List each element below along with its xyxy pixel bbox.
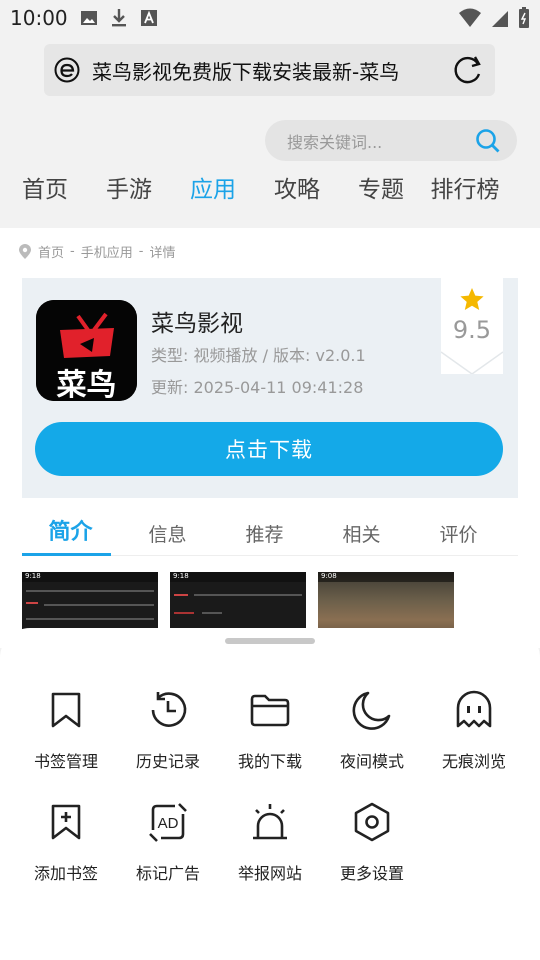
folder-icon — [250, 694, 290, 727]
breadcrumb-home[interactable]: 首页 — [38, 242, 64, 261]
address-bar[interactable]: 菜鸟影视免费版下载安装最新-菜鸟 — [44, 44, 495, 96]
battery-icon — [519, 7, 529, 28]
download-status-icon — [111, 9, 126, 27]
ad-mark-icon: AD — [149, 803, 187, 842]
menu-label: 书签管理 — [33, 752, 98, 771]
main-nav: 首页 手游 应用 攻略 专题 排行榜 — [0, 170, 540, 204]
search-input[interactable]: 搜索关键词... — [265, 120, 517, 161]
menu-label: 标记广告 — [135, 864, 200, 883]
menu-incognito[interactable]: 无痕浏览 — [423, 688, 525, 772]
drag-handle[interactable] — [225, 638, 315, 644]
app-name: 菜鸟影视 — [151, 311, 243, 337]
history-icon — [151, 692, 187, 727]
menu-label: 举报网站 — [237, 864, 302, 883]
menu-label: 更多设置 — [339, 864, 404, 883]
menu-label: 我的下载 — [237, 752, 302, 771]
app-info-card: 菜鸟 菜鸟影视 类型: 视频播放 / 版本: v2.0.1 更新: 2025-0… — [22, 278, 518, 498]
app-update-time: 更新: 2025-04-11 09:41:28 — [151, 378, 364, 397]
status-time: 10:00 — [10, 6, 68, 30]
ghost-icon — [456, 690, 492, 728]
app-icon-text: 菜鸟 — [56, 368, 117, 401]
breadcrumb: 首页 - 手机应用 - 详情 — [18, 242, 175, 261]
nav-home[interactable]: 首页 — [0, 170, 84, 204]
menu-bookmarks[interactable]: 书签管理 — [15, 688, 117, 772]
menu-report-site[interactable]: 举报网站 — [219, 800, 321, 884]
star-icon — [460, 288, 484, 310]
app-icon: 菜鸟 — [36, 300, 137, 401]
wifi-icon — [459, 8, 481, 27]
menu-label: 夜间模式 — [339, 752, 404, 771]
browser-e-icon — [54, 57, 80, 83]
alarm-icon — [253, 804, 287, 840]
page-content: 首页 - 手机应用 - 详情 菜鸟 菜鸟影视 类型: 视频播放 / 版本: v2… — [0, 228, 540, 652]
rating-value: 9.5 — [452, 316, 492, 344]
location-pin-icon — [19, 243, 31, 259]
nav-guides[interactable]: 攻略 — [252, 170, 336, 204]
tab-intro[interactable]: 简介 — [22, 508, 119, 556]
screenshot-time: 9:18 — [173, 572, 189, 580]
breadcrumb-separator: - — [70, 244, 75, 259]
moon-icon — [352, 691, 391, 730]
nav-topics[interactable]: 专题 — [336, 170, 420, 204]
breadcrumb-separator: - — [138, 244, 144, 259]
app-type-version: 类型: 视频播放 / 版本: v2.0.1 — [151, 346, 366, 365]
tab-recommend[interactable]: 推荐 — [216, 508, 313, 555]
menu-label: 无痕浏览 — [441, 752, 506, 771]
menu-history[interactable]: 历史记录 — [117, 688, 219, 772]
menu-label: 添加书签 — [33, 864, 98, 883]
menu-add-bookmark[interactable]: 添加书签 — [15, 800, 117, 884]
image-icon — [80, 11, 97, 25]
url-title[interactable]: 菜鸟影视免费版下载安装最新-菜鸟 — [92, 56, 422, 85]
rating-ribbon — [441, 348, 503, 374]
signal-icon — [492, 11, 508, 27]
detail-tabs: 简介 信息 推荐 相关 评价 — [22, 508, 518, 556]
breadcrumb-category[interactable]: 手机应用 — [81, 242, 133, 261]
reload-icon[interactable] — [451, 53, 485, 87]
menu-night-mode[interactable]: 夜间模式 — [321, 688, 423, 772]
breadcrumb-current: 详情 — [149, 246, 176, 261]
rating-badge: 9.5 — [441, 278, 503, 374]
search-icon[interactable] — [475, 128, 501, 154]
add-bookmark-icon — [51, 804, 81, 840]
settings-icon — [354, 802, 390, 842]
nav-rankings[interactable]: 排行榜 — [420, 170, 504, 204]
menu-downloads[interactable]: 我的下载 — [219, 688, 321, 772]
menu-grid: 书签管理 历史记录 我的下载 夜间模式 无痕浏览 添加书签 AD 标记广告 举报… — [15, 688, 525, 884]
search-placeholder: 搜索关键词... — [287, 132, 383, 152]
menu-mark-ads[interactable]: AD 标记广告 — [117, 800, 219, 884]
screenshot-time: 9:18 — [25, 572, 41, 580]
font-icon — [140, 10, 157, 26]
site-header: 搜索关键词... 首页 手游 应用 攻略 专题 排行榜 — [0, 110, 540, 228]
svg-text:AD: AD — [158, 815, 179, 832]
tab-info[interactable]: 信息 — [119, 508, 216, 555]
nav-mobile-games[interactable]: 手游 — [84, 170, 168, 204]
menu-label: 历史记录 — [135, 752, 200, 771]
nav-apps[interactable]: 应用 — [168, 170, 252, 204]
bottom-sheet-menu: 书签管理 历史记录 我的下载 夜间模式 无痕浏览 添加书签 AD 标记广告 举报… — [0, 628, 540, 960]
tab-related[interactable]: 相关 — [313, 508, 410, 555]
menu-more-settings[interactable]: 更多设置 — [321, 800, 423, 884]
download-button[interactable]: 点击下载 — [35, 422, 503, 476]
bookmark-icon — [51, 692, 81, 728]
tab-reviews[interactable]: 评价 — [410, 508, 507, 555]
status-bar: 10:00 — [0, 0, 540, 36]
screenshot-time: 9:08 — [321, 572, 337, 580]
